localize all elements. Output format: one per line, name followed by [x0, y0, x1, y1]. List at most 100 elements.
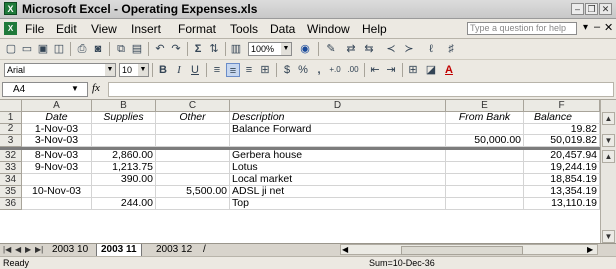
scroll-left-icon[interactable]: ◀ [342, 245, 348, 254]
cell[interactable]: 19,244.19 [524, 162, 600, 174]
sort-ascending-icon[interactable]: ⇅ [207, 42, 221, 56]
redo-icon[interactable]: ↷ [169, 42, 183, 56]
increase-indent-icon[interactable]: ⇥ [384, 63, 398, 77]
cell[interactable]: 1,213.75 [92, 162, 156, 174]
column-header-d[interactable]: D [230, 100, 446, 112]
row-header[interactable]: 3 [0, 135, 22, 147]
align-left-icon[interactable]: ≡ [210, 63, 224, 77]
font-color-icon[interactable]: A [442, 63, 456, 77]
menu-edit[interactable]: Edit [56, 22, 77, 36]
cell[interactable]: 19.82 [524, 124, 600, 135]
previous-comment-icon[interactable]: ≺ [384, 42, 398, 56]
row-header[interactable]: 34 [0, 174, 22, 186]
row-header[interactable]: 32 [0, 150, 22, 162]
cell[interactable]: Balance Forward [230, 124, 446, 135]
cell[interactable]: 244.00 [92, 198, 156, 210]
align-right-icon[interactable]: ≡ [242, 63, 256, 77]
column-header-c[interactable]: C [156, 100, 230, 112]
chevron-down-icon[interactable]: ▼ [281, 43, 291, 55]
column-header-b[interactable]: B [92, 100, 156, 112]
cell[interactable]: 13,110.19 [524, 198, 600, 210]
paste-icon[interactable]: ▤ [130, 42, 144, 56]
row-header[interactable]: 2 [0, 124, 22, 135]
ink-icon[interactable]: ℓ [424, 42, 438, 56]
font-combo[interactable]: Arial ▼ [4, 63, 116, 77]
decrease-decimal-icon[interactable]: .00 [346, 63, 360, 77]
help-search-input[interactable]: Type a question for help [467, 22, 577, 35]
cell[interactable] [446, 150, 524, 162]
borders-icon[interactable]: ⊞ [406, 63, 420, 77]
cell[interactable] [156, 135, 230, 147]
cell[interactable] [22, 198, 92, 210]
cell[interactable]: 50,000.00 [446, 135, 524, 147]
decrease-indent-icon[interactable]: ⇤ [368, 63, 382, 77]
cell[interactable]: 8-Nov-03 [22, 150, 92, 162]
horizontal-scrollbar[interactable]: ◀ ▶ [340, 244, 598, 255]
cell[interactable] [156, 150, 230, 162]
sheet-tab[interactable]: 2003 12 [152, 244, 196, 256]
cell[interactable]: 5,500.00 [156, 186, 230, 198]
cell[interactable]: Gerbera house [230, 150, 446, 162]
cell[interactable]: 3-Nov-03 [22, 135, 92, 147]
cell[interactable] [446, 174, 524, 186]
insert-function-icon[interactable]: fx [92, 82, 100, 94]
header-cell-other[interactable]: Other [156, 112, 230, 124]
track-changes-icon[interactable]: ⇄ [344, 42, 358, 56]
row-header[interactable]: 33 [0, 162, 22, 174]
cell[interactable] [156, 124, 230, 135]
cell[interactable] [92, 186, 156, 198]
print-preview-icon[interactable]: ◙ [91, 42, 105, 56]
scroll-right-icon[interactable]: ▶ [587, 245, 593, 254]
cell[interactable] [22, 174, 92, 186]
cell[interactable] [446, 186, 524, 198]
reviewing-icon[interactable]: ✎ [324, 42, 338, 56]
help-dropdown-icon[interactable]: ▾ [583, 22, 588, 33]
cell[interactable] [92, 135, 156, 147]
excel-app-icon[interactable]: X [4, 2, 17, 15]
font-size-combo[interactable]: 10 ▼ [119, 63, 149, 77]
scroll-down-icon[interactable]: ▼ [602, 134, 615, 147]
new-icon[interactable]: ▢ [4, 42, 18, 56]
cell[interactable]: 390.00 [92, 174, 156, 186]
last-sheet-icon[interactable]: ▶| [35, 245, 43, 254]
workbook-icon[interactable]: X [4, 22, 17, 35]
cell[interactable]: Top [230, 198, 446, 210]
header-cell-description[interactable]: Description [230, 112, 446, 124]
cell[interactable] [230, 135, 446, 147]
name-box-dropdown-icon[interactable]: ▼ [71, 84, 79, 93]
increase-decimal-icon[interactable]: +.0 [328, 63, 342, 77]
next-sheet-icon[interactable]: ▶ [25, 245, 31, 254]
doc-minimize-icon[interactable]: – [594, 21, 600, 33]
underline-button[interactable]: U [188, 63, 202, 77]
menu-tools[interactable]: Tools [230, 22, 258, 36]
menu-view[interactable]: View [91, 22, 117, 36]
fill-color-icon[interactable]: ◪ [424, 63, 438, 77]
undo-icon[interactable]: ↶ [153, 42, 167, 56]
cell[interactable]: 2,860.00 [92, 150, 156, 162]
italic-button[interactable]: I [172, 63, 186, 77]
cell[interactable]: Local market [230, 174, 446, 186]
cell[interactable]: 50,019.82 [524, 135, 600, 147]
open-icon[interactable]: ▭ [20, 42, 34, 56]
bold-button[interactable]: B [156, 63, 170, 77]
previous-sheet-icon[interactable]: ◀ [15, 245, 21, 254]
scroll-down-icon[interactable]: ▼ [602, 230, 615, 243]
cell[interactable] [446, 162, 524, 174]
cell[interactable] [156, 162, 230, 174]
row-header[interactable]: 36 [0, 198, 22, 210]
header-cell-balance[interactable]: Balance [524, 112, 600, 124]
menu-data[interactable]: Data [270, 22, 295, 36]
row-header[interactable]: 35 [0, 186, 22, 198]
help-icon[interactable]: ◉ [298, 42, 312, 56]
vertical-scrollbar[interactable]: ▲ ▼ ▲ ▼ [600, 100, 616, 256]
menu-window[interactable]: Window [307, 22, 350, 36]
close-icon[interactable]: ✕ [599, 3, 612, 15]
cell[interactable]: Lotus [230, 162, 446, 174]
column-header-e[interactable]: E [446, 100, 524, 112]
cell[interactable] [446, 124, 524, 135]
scroll-up-icon[interactable]: ▲ [602, 150, 615, 163]
column-header-f[interactable]: F [524, 100, 600, 112]
next-comment-icon[interactable]: ≻ [402, 42, 416, 56]
align-center-icon[interactable]: ≡ [226, 63, 240, 77]
cell[interactable]: ADSL ji net [230, 186, 446, 198]
